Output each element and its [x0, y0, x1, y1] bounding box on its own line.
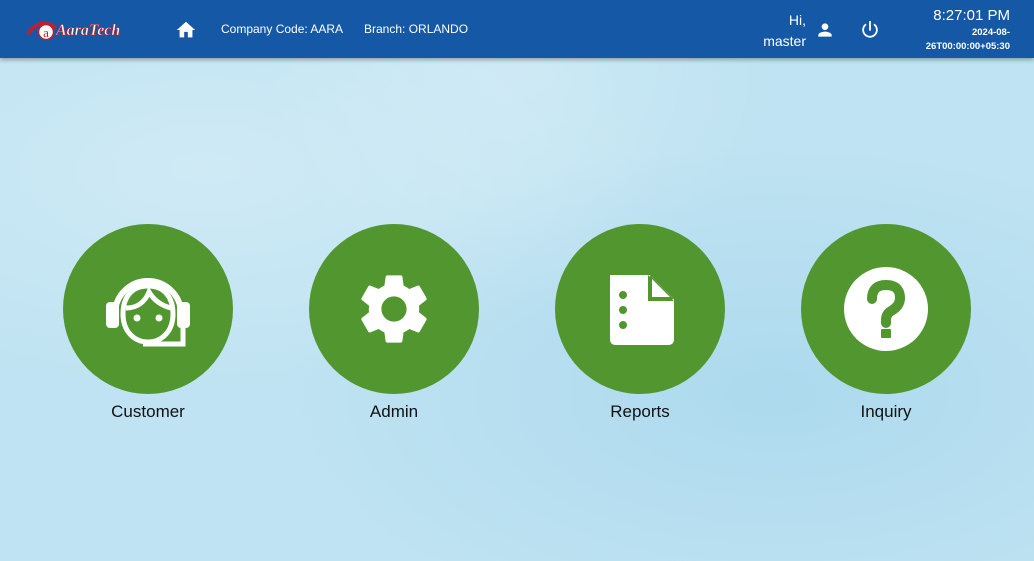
username: master	[763, 33, 806, 49]
clock-time: 8:27:01 PM	[933, 7, 1010, 24]
reports-tile[interactable]: Reports	[555, 224, 725, 422]
date-line-1: 2024-08-	[971, 27, 1010, 38]
inquiry-label: Inquiry	[860, 402, 912, 421]
gear-icon	[361, 275, 427, 343]
customer-label: Customer	[111, 402, 185, 421]
svg-text:a: a	[43, 25, 49, 40]
headset-agent-icon	[106, 278, 190, 347]
clock-date: 2024-08- 26T00:00:00+05:30	[910, 26, 1010, 54]
question-mark-icon	[844, 267, 928, 351]
power-icon[interactable]	[859, 19, 881, 41]
company-code: Company Code: AARA	[221, 22, 344, 36]
date-line-2: 26T00:00:00+05:30	[925, 41, 1010, 52]
admin-tile[interactable]: Admin	[309, 224, 479, 422]
home-icon[interactable]	[175, 19, 197, 41]
greeting-text: Hi,	[788, 12, 806, 28]
user-greeting: Hi, master	[763, 10, 806, 52]
user-icon[interactable]	[815, 20, 835, 40]
branch-name: Branch: ORLANDO	[364, 22, 469, 36]
admin-label: Admin	[369, 402, 419, 421]
document-list-icon	[610, 275, 674, 345]
inquiry-tile[interactable]: Inquiry	[801, 224, 971, 422]
top-header-bar: a AaraTech Company Code: AARA Branch: OR…	[0, 0, 1034, 58]
customer-tile[interactable]: Customer	[63, 224, 233, 422]
reports-circle-button[interactable]	[555, 224, 725, 394]
customer-circle-button[interactable]	[63, 224, 233, 394]
inquiry-circle-button[interactable]	[801, 224, 971, 394]
svg-text:AaraTech: AaraTech	[55, 22, 120, 39]
admin-circle-button[interactable]	[309, 224, 479, 394]
aaratech-logo[interactable]: a AaraTech	[26, 14, 144, 42]
reports-label: Reports	[610, 402, 670, 421]
